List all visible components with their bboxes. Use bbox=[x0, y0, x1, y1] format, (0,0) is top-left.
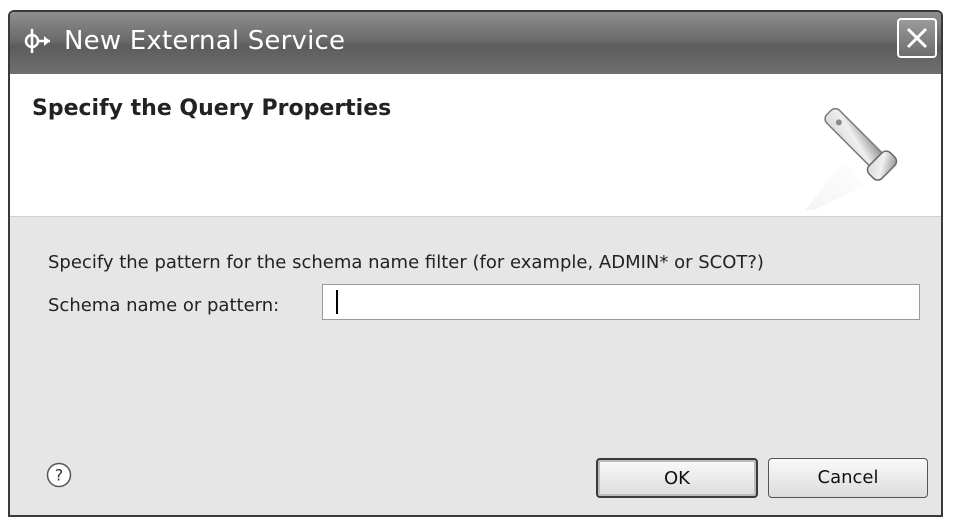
schema-name-label: Schema name or pattern: bbox=[48, 295, 280, 316]
flashlight-icon bbox=[805, 90, 925, 210]
ok-button[interactable]: OK bbox=[596, 458, 758, 498]
description-text: Specify the pattern for the schema name … bbox=[48, 252, 764, 273]
title-bar[interactable]: New External Service bbox=[10, 12, 941, 75]
svg-text:?: ? bbox=[55, 466, 64, 485]
schema-name-input[interactable] bbox=[322, 284, 920, 320]
help-icon[interactable]: ? bbox=[46, 462, 72, 488]
cancel-button[interactable]: Cancel bbox=[768, 458, 928, 498]
new-external-service-dialog: New External Service Specify the Query P… bbox=[8, 10, 943, 517]
window-title: New External Service bbox=[64, 26, 346, 56]
wizard-header: Specify the Query Properties bbox=[10, 74, 941, 217]
close-button[interactable] bbox=[897, 18, 937, 58]
text-caret bbox=[336, 290, 338, 314]
service-wizard-icon bbox=[22, 26, 52, 56]
page-title: Specify the Query Properties bbox=[32, 96, 392, 121]
